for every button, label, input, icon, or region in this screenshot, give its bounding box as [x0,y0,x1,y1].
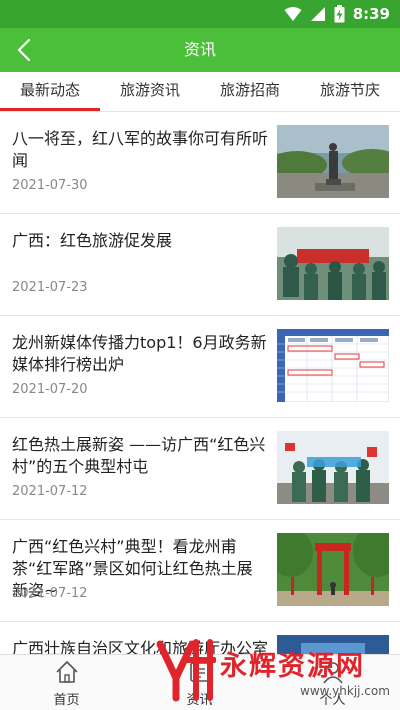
news-title: 广西：红色旅游促发展 [12,231,173,250]
app-bar: 资讯 [0,28,400,72]
news-item[interactable]: 八一将至，红八军的故事你可有所听闻 2021-07-30 [0,112,400,214]
nav-home-label: 首页 [53,693,80,708]
news-date: 2021-07-30 [12,178,88,193]
category-tabs: 最新动态 旅游资讯 旅游招商 旅游节庆 [0,72,400,112]
news-thumbnail [277,125,389,198]
nav-news-label: 资讯 [186,693,213,708]
nav-user[interactable]: 个人 [266,655,399,710]
news-date: 2021-07-20 [12,382,88,397]
news-date: 2021-07-12 [12,484,88,499]
news-thumbnail [277,329,389,402]
nav-news[interactable]: 资讯 [133,655,266,710]
news-title: 红色热土展新姿 ——访广西“红色兴村”的五个典型村屯 [12,435,266,476]
news-thumbnail [277,227,389,300]
nav-user-label: 个人 [319,693,346,708]
news-date: 2021-07-12 [12,586,88,601]
user-icon [322,662,343,684]
news-date: 2021-07-23 [12,280,88,295]
tab-investment[interactable]: 旅游招商 [200,72,300,111]
news-list: 八一将至，红八军的故事你可有所听闻 2021-07-30 广西：红色旅游促发展 … [0,112,400,654]
news-thumbnail [277,431,389,504]
tab-travel-news[interactable]: 旅游资讯 [100,72,200,111]
status-time: 8:39 [352,5,390,23]
signal-icon [310,7,325,21]
news-title: 广西壮族自治区文化和旅游厅办公室 [12,639,269,654]
news-title: 八一将至，红八军的故事你可有所听闻 [12,129,269,170]
news-title: 龙州新媒体传播力top1！6月政务新媒体排行榜出炉 [12,333,267,374]
news-thumbnail [277,533,389,606]
home-icon [55,661,78,683]
tab-festivals[interactable]: 旅游节庆 [300,72,400,111]
tab-latest[interactable]: 最新动态 [0,72,100,111]
news-item[interactable]: 广西“红色兴村”典型！看龙州甫茶“红军路”景区如何让红色热土展新姿~ 2021-… [0,520,400,622]
news-icon [189,662,210,682]
news-thumbnail [277,635,389,654]
bottom-nav: 首页 资讯 个人 [0,654,400,710]
page-title: 资讯 [183,40,216,59]
news-item[interactable]: 龙州新媒体传播力top1！6月政务新媒体排行榜出炉 2021-07-20 [0,316,400,418]
news-item[interactable]: 红色热土展新姿 ——访广西“红色兴村”的五个典型村屯 2021-07-12 [0,418,400,520]
wifi-icon [284,7,302,21]
battery-charging-icon [334,5,345,23]
news-item[interactable]: 广西壮族自治区文化和旅游厅办公室 [0,622,400,654]
status-bar: 8:39 [0,0,400,28]
news-item[interactable]: 广西：红色旅游促发展 2021-07-23 [0,214,400,316]
status-icons: 8:39 [284,5,390,23]
nav-home[interactable]: 首页 [0,655,133,710]
